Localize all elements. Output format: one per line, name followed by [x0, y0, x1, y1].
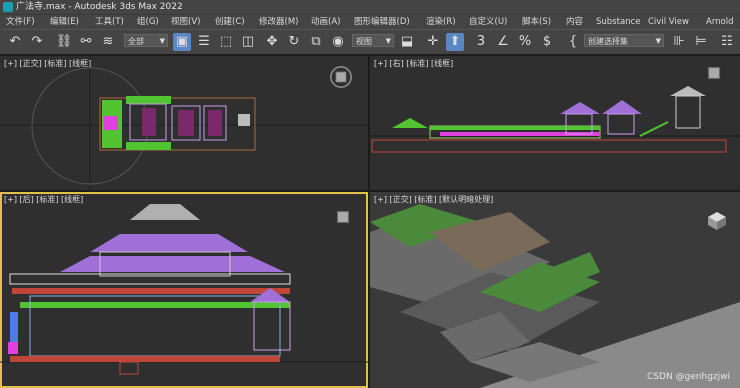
link-icon[interactable]: ⛓ [55, 33, 73, 51]
menu-customize[interactable]: 自定义(U) [469, 15, 507, 30]
viewport-label-perspective[interactable]: [+] [正交] [标准] [默认明暗处理] [374, 194, 493, 205]
menu-file[interactable]: 文件(F) [6, 15, 35, 30]
percent-snap-icon[interactable]: % [516, 33, 534, 51]
select-by-name-icon[interactable]: ☰ [195, 33, 213, 51]
named-selection-set-value: 创建选择集 [588, 37, 628, 46]
select-object-icon[interactable]: ▣ [173, 33, 191, 51]
menu-content[interactable]: 内容 [566, 15, 583, 30]
menu-create[interactable]: 创建(C) [215, 15, 245, 30]
align-icon[interactable]: ⊨ [692, 33, 710, 51]
viewport-back[interactable]: [+] [后] [标准] [线框] [0, 192, 368, 388]
viewport-perspective[interactable]: [+] [正交] [标准] [默认明暗处理] CSDN @genhgzjwi [370, 192, 740, 388]
edit-named-selection-icon[interactable]: { [564, 33, 582, 51]
viewport-label-back[interactable]: [+] [后] [标准] [线框] [4, 194, 83, 205]
menu-group[interactable]: 组(G) [137, 15, 159, 30]
viewcube-icon[interactable] [332, 206, 354, 228]
window-crossing-icon[interactable]: ◫ [239, 33, 257, 51]
undo-icon[interactable]: ↶ [6, 33, 24, 51]
right-view-drawing [370, 86, 740, 153]
chevron-down-icon: ▼ [655, 37, 661, 45]
menu-rendering[interactable]: 渲染(R) [426, 15, 456, 30]
move-icon[interactable]: ✥ [263, 33, 281, 51]
menu-views[interactable]: 视图(V) [171, 15, 200, 30]
select-manipulate-icon[interactable]: ✛ [424, 33, 442, 51]
menu-scripting[interactable]: 脚本(S) [522, 15, 551, 30]
place-icon[interactable]: ◉ [329, 33, 347, 51]
window-title: 广法寺.max - Autodesk 3ds Max 2022 [16, 2, 183, 12]
watermark-text: CSDN @genhgzjwi [647, 372, 730, 382]
title-bar: 广法寺.max - Autodesk 3ds Max 2022 [0, 0, 740, 14]
spinner-snap-icon[interactable]: $ [538, 33, 556, 51]
menu-edit[interactable]: 编辑(E) [50, 15, 79, 30]
angle-snap-icon[interactable]: ∠ [494, 33, 512, 51]
menu-arnold[interactable]: Arnold [706, 15, 734, 30]
menu-graph-editors[interactable]: 图形编辑器(D) [354, 15, 410, 30]
viewport-top[interactable]: [+] [正交] [标准] [线框] [0, 56, 368, 190]
scale-icon[interactable]: ⧉ [307, 33, 325, 51]
named-selection-set-dropdown[interactable]: 创建选择集 ▼ [584, 34, 664, 47]
viewcube-icon[interactable] [330, 66, 352, 88]
top-view-drawing [0, 56, 368, 190]
selection-filter-dropdown[interactable]: 全部 ▼ [124, 34, 168, 47]
chevron-down-icon: ▼ [385, 37, 391, 45]
mirror-icon[interactable]: ⊪ [670, 33, 688, 51]
snaps-toggle-icon[interactable]: 3 [472, 33, 490, 51]
keyboard-shortcut-override-icon[interactable]: ⬆ [446, 33, 464, 51]
menu-substance[interactable]: Substance [596, 15, 640, 30]
viewport-label-top[interactable]: [+] [正交] [标准] [线框] [4, 58, 91, 69]
viewport-right[interactable]: [+] [右] [标准] [线框] [370, 56, 740, 190]
main-toolbar: ↶ ↷ ⛓ ⚯ ≋ 全部 ▼ ▣ ☰ ⬚ ◫ ✥ ↻ ⧉ ◉ 视图 ▼ ⬓ ✛ … [0, 29, 740, 56]
reference-coordinate-value: 视图 [356, 37, 372, 46]
selection-filter-value: 全部 [128, 37, 144, 46]
chevron-down-icon: ▼ [159, 37, 165, 45]
reference-coordinate-dropdown[interactable]: 视图 ▼ [352, 34, 394, 47]
menu-bar: 文件(F) 编辑(E) 工具(T) 组(G) 视图(V) 创建(C) 修改器(M… [0, 14, 740, 30]
rect-selection-region-icon[interactable]: ⬚ [217, 33, 235, 51]
menu-tools[interactable]: 工具(T) [95, 15, 124, 30]
menu-animation[interactable]: 动画(A) [311, 15, 340, 30]
viewport-label-right[interactable]: [+] [右] [标准] [线框] [374, 58, 453, 69]
unlink-icon[interactable]: ⚯ [77, 33, 95, 51]
rotate-icon[interactable]: ↻ [285, 33, 303, 51]
viewcube-icon[interactable] [703, 62, 725, 84]
menu-civil-view[interactable]: Civil View [648, 15, 689, 30]
back-view-drawing [0, 204, 368, 375]
toggle-scene-explorer-icon[interactable]: ☷ [718, 33, 736, 51]
viewcube-icon[interactable] [706, 210, 728, 232]
pivot-center-icon[interactable]: ⬓ [398, 33, 416, 51]
bind-space-warp-icon[interactable]: ≋ [99, 33, 117, 51]
redo-icon[interactable]: ↷ [28, 33, 46, 51]
menu-modifiers[interactable]: 修改器(M) [259, 15, 298, 30]
perspective-view-drawing [370, 204, 740, 388]
app-icon [3, 2, 13, 12]
